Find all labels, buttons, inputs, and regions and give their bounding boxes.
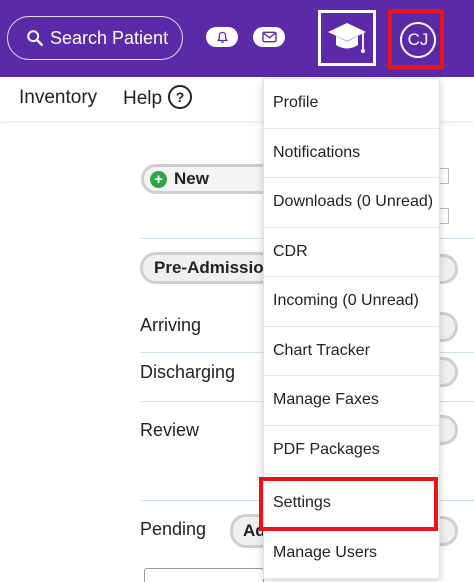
menu-item-label: PDF Packages [273,440,380,458]
user-avatar-highlight: CJ [388,9,444,69]
menu-item-label: Manage Users [273,543,378,561]
pre-admission-button[interactable]: Pre-Admission [140,252,280,284]
top-header-bar: Search Patient CJ [0,0,474,77]
pending-label: Pending [140,519,207,539]
menu-item-label: Notifications [273,143,361,161]
menu-item-notifications[interactable]: Notifications [264,129,439,178]
menu-item-pdf-packages[interactable]: PDF Packages [264,426,439,475]
education-button[interactable] [318,10,376,66]
bell-icon [216,31,228,43]
arriving-label: Arriving [140,315,202,335]
menu-item-label: Chart Tracker [273,341,370,359]
menu-item-cdr[interactable]: CDR [264,228,439,277]
search-patient-label: Search Patient [50,27,169,48]
search-patient-button[interactable]: Search Patient [7,16,183,60]
menu-item-incoming[interactable]: Incoming (0 Unread) [264,277,439,327]
menu-item-manage-faxes[interactable]: Manage Faxes [264,376,439,426]
menu-item-label: CDR [273,242,308,260]
menu-item-label: Profile [273,94,319,112]
nav-inventory[interactable]: Inventory [19,87,97,109]
search-icon [27,30,43,46]
messages-button[interactable] [253,27,285,47]
bottom-search-input[interactable] [144,568,264,582]
review-label: Review [140,420,200,440]
menu-item-manage-users[interactable]: Manage Users [264,528,439,578]
menu-item-label: Incoming (0 Unread) [273,292,419,310]
menu-item-chart-tracker[interactable]: Chart Tracker [264,327,439,376]
settings-highlight [259,477,438,531]
new-button-label: New [174,169,209,188]
nav-help-label: Help [123,88,163,110]
question-icon: ? [168,85,193,109]
mail-icon [261,31,277,43]
discharging-label: Discharging [140,362,236,382]
menu-item-profile[interactable]: Profile [264,79,439,129]
nav-help[interactable]: Help? [123,85,193,111]
pre-admission-label: Pre-Admission [154,258,274,277]
graduation-cap-icon [328,23,366,53]
plus-circle-icon: + [150,170,167,188]
menu-item-label: Manage Faxes [273,391,379,409]
menu-item-label: Downloads (0 Unread) [273,193,434,211]
new-button[interactable]: + New [141,164,281,194]
user-avatar-button[interactable]: CJ [400,22,436,58]
menu-item-downloads[interactable]: Downloads (0 Unread) [264,178,439,228]
avatar-initials: CJ [407,30,429,49]
notifications-bell-button[interactable] [206,27,238,47]
